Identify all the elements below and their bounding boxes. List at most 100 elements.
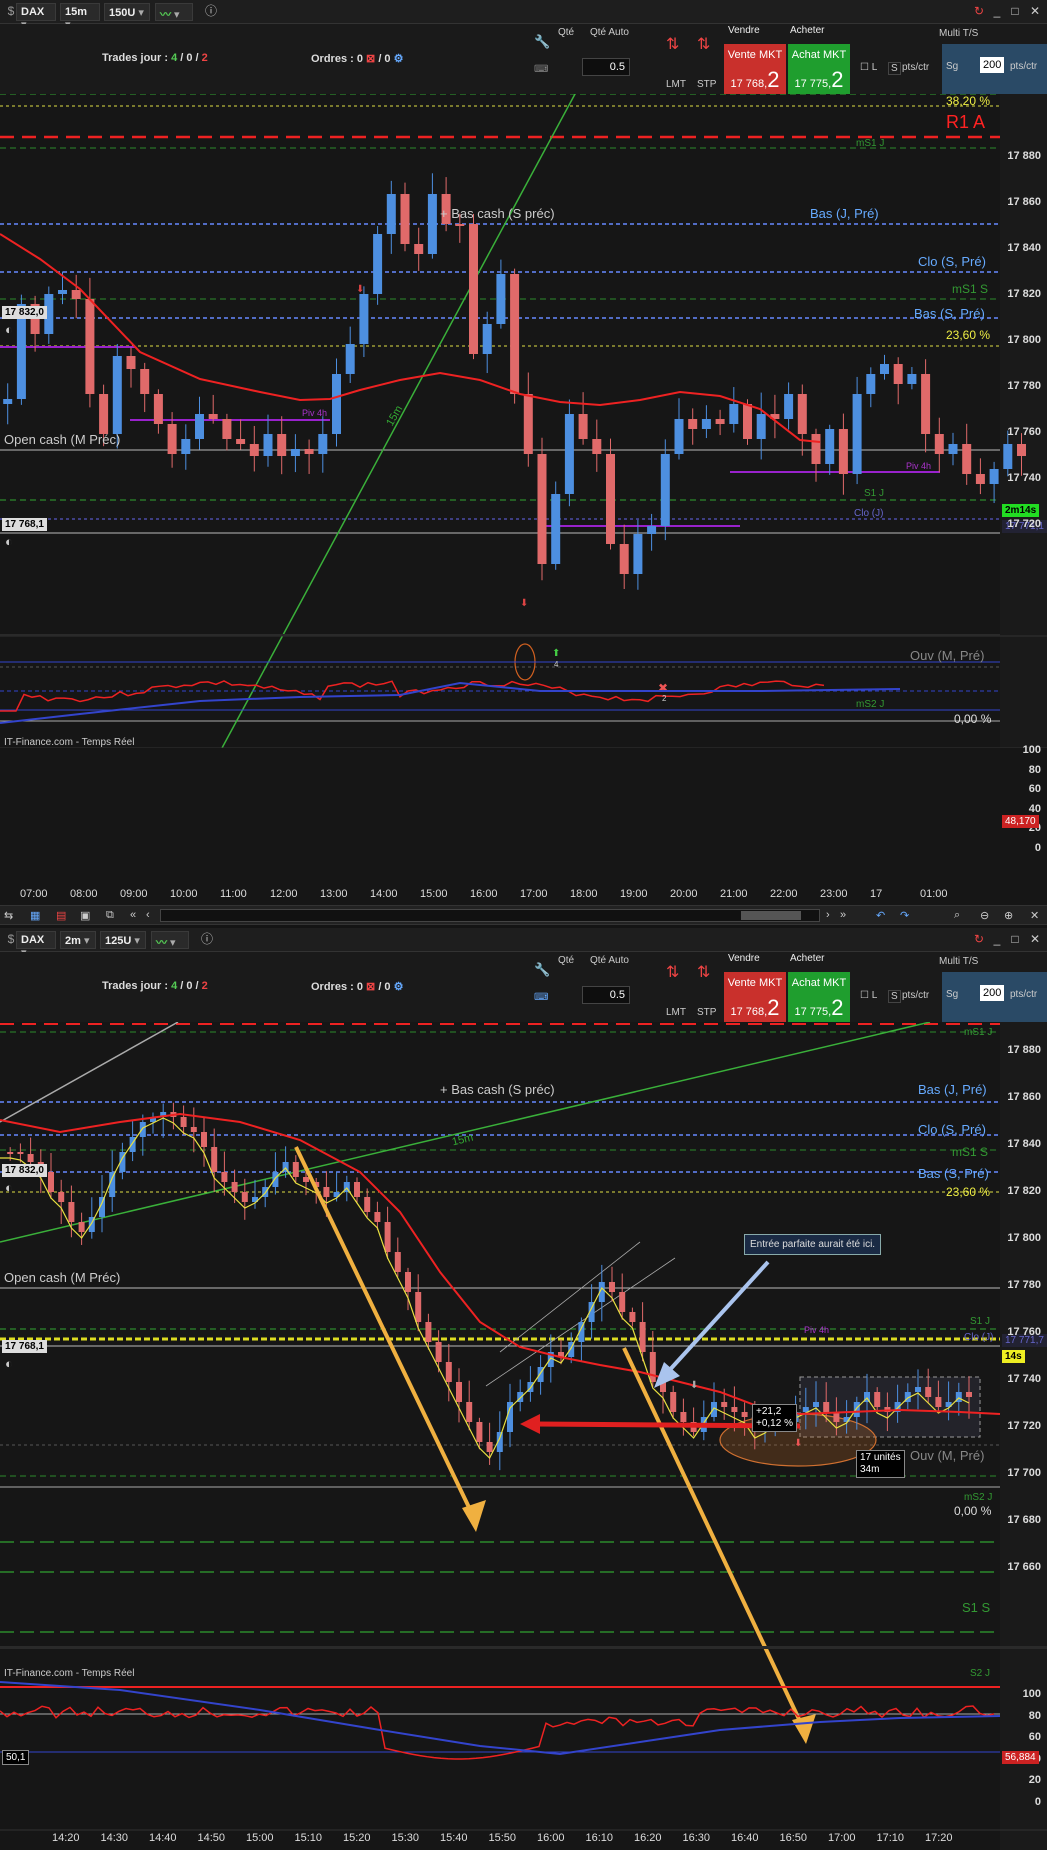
candle xyxy=(181,439,191,454)
qte-input[interactable]: 0.5 xyxy=(582,58,630,76)
sell-market-button[interactable]: Vente MKT 17 768,2 xyxy=(724,44,786,94)
refresh-icon[interactable]: ↻ xyxy=(972,4,986,18)
s-field[interactable]: S xyxy=(888,990,901,1003)
minimize-icon[interactable]: _ xyxy=(990,4,1004,18)
clock-icon[interactable]: ◐ xyxy=(5,322,13,337)
wrench-icon[interactable]: 🔧 xyxy=(534,962,550,978)
settings-icon[interactable]: ✕ xyxy=(1030,909,1039,922)
candle xyxy=(456,1382,462,1402)
chart-type-select[interactable]: 〰 xyxy=(151,931,189,949)
buy-market-button[interactable]: Achat MKT 17 775,2 xyxy=(788,972,850,1022)
close-icon[interactable]: ✕ xyxy=(1028,4,1042,18)
scroll-thumb[interactable] xyxy=(741,911,801,920)
candle xyxy=(647,526,657,534)
info-icon[interactable]: ⓘ xyxy=(204,4,218,18)
lmt-icon[interactable]: ⇅ xyxy=(666,34,679,54)
toolbar-icon-4[interactable]: ⧉ xyxy=(106,909,114,922)
candle xyxy=(58,1192,65,1202)
candle xyxy=(272,1172,279,1187)
candle xyxy=(743,404,752,439)
scroll-track[interactable] xyxy=(160,909,820,922)
scroll-right[interactable]: › xyxy=(826,909,830,921)
lmt-button[interactable]: LMT xyxy=(666,79,686,90)
candle xyxy=(292,1162,299,1177)
lmt-button[interactable]: LMT xyxy=(666,1007,686,1018)
time-axis-label: 13:00 xyxy=(320,888,348,900)
clock-icon[interactable]: ◐ xyxy=(5,1180,13,1195)
l-checkbox[interactable]: ☐ L xyxy=(860,62,877,73)
candle xyxy=(400,194,410,244)
instrument-select[interactable]: DAX xyxy=(16,3,56,21)
scroll-right-fast[interactable]: » xyxy=(840,909,846,921)
maximize-icon[interactable]: □ xyxy=(1008,4,1022,18)
buy-arrow-marker: ⬆ xyxy=(552,648,560,659)
candle xyxy=(414,244,424,254)
units-select[interactable]: 125U xyxy=(100,931,146,949)
candle xyxy=(486,1442,493,1452)
buy-market-button[interactable]: Achat MKT 17 775,2 xyxy=(788,44,850,94)
price-axis-label: 17 760 xyxy=(1007,1326,1041,1338)
candle xyxy=(935,1397,942,1407)
close-icon[interactable]: ✕ xyxy=(1028,932,1042,946)
stp-button[interactable]: STP xyxy=(697,79,716,90)
candle xyxy=(318,434,328,454)
wrench-icon[interactable]: 🔧 xyxy=(534,34,550,50)
price-axis-label: 17 780 xyxy=(1007,1279,1041,1291)
share-icon[interactable]: ⇆ xyxy=(4,909,13,922)
l-checkbox[interactable]: ☐ L xyxy=(860,990,877,1001)
level-ms2j: mS2 J xyxy=(964,1492,993,1503)
units-box: 17 unités 34m xyxy=(856,1450,905,1478)
lmt-icon[interactable]: ⇅ xyxy=(666,962,679,982)
qte-auto-toggle[interactable]: Qté Auto xyxy=(590,27,629,38)
stp-icon[interactable]: ⇅ xyxy=(697,962,710,982)
gain-box: +21,2 +0,12 % xyxy=(752,1404,797,1432)
zoom-out-icon[interactable]: ⊖ xyxy=(980,909,989,922)
bottom-price-chart[interactable]: ⬇⬇ xyxy=(0,1022,1047,1850)
sell-market-button[interactable]: Vente MKT 17 768,2 xyxy=(724,972,786,1022)
refresh-icon[interactable]: ↻ xyxy=(972,932,986,946)
minimize-icon[interactable]: _ xyxy=(990,932,1004,946)
scroll-left[interactable]: ‹ xyxy=(146,909,150,921)
zoom-fit-icon[interactable]: ⌕ xyxy=(954,909,960,922)
maximize-icon[interactable]: □ xyxy=(1008,932,1022,946)
price-axis-label: 17 740 xyxy=(1007,1373,1041,1385)
sg-input[interactable]: 200 xyxy=(980,57,1005,73)
zoom-in-icon[interactable]: ⊕ xyxy=(1004,909,1013,922)
candle xyxy=(195,414,204,439)
stp-icon[interactable]: ⇅ xyxy=(697,34,710,54)
buy-label: Achat MKT xyxy=(791,977,847,989)
undo-icon[interactable]: ↶ xyxy=(876,909,885,922)
timeframe-select[interactable]: 15m xyxy=(60,3,100,21)
units-select[interactable]: 150U xyxy=(104,3,150,21)
qte-auto-toggle[interactable]: Qté Auto xyxy=(590,955,629,966)
stp-button[interactable]: STP xyxy=(697,1007,716,1018)
toolbar-icon-2[interactable]: ▤ xyxy=(56,909,66,922)
chart-type-select[interactable]: 〰 xyxy=(155,3,193,21)
top-price-chart[interactable]: ⬇ ⬆ ⬇ ✖ xyxy=(0,94,1047,748)
keyboard-icon[interactable]: ⌨ xyxy=(534,64,548,75)
toolbar-icon-1[interactable]: ▦ xyxy=(30,909,40,922)
candle xyxy=(701,419,711,429)
sg-input[interactable]: 200 xyxy=(980,985,1005,1001)
clock-icon-2[interactable]: ◐ xyxy=(5,534,13,549)
instrument-select[interactable]: DAX xyxy=(16,931,56,949)
candle xyxy=(729,404,739,424)
info-icon[interactable]: ⓘ xyxy=(200,932,214,946)
timeframe-select[interactable]: 2m xyxy=(60,931,96,949)
qte-input[interactable]: 0.5 xyxy=(582,986,630,1004)
s-field[interactable]: S xyxy=(888,62,901,75)
price-axis-label: 17 820 xyxy=(1007,288,1041,300)
candle xyxy=(211,1147,218,1172)
time-axis-label: 16:30 xyxy=(682,1832,711,1844)
top-chart-window: $ DAX 15m 150U 〰 ⓘ ↻ _ □ ✕ Trades jour :… xyxy=(0,0,1047,905)
osc-axis-label: 60 xyxy=(1028,783,1041,795)
redo-icon[interactable]: ↷ xyxy=(900,909,909,922)
toolbar-icon-3[interactable]: ▣ xyxy=(80,909,90,922)
sell-arrow-marker: ⬇ xyxy=(356,284,364,295)
keyboard-icon[interactable]: ⌨ xyxy=(534,992,548,1003)
clock-icon-2[interactable]: ◐ xyxy=(5,1356,13,1371)
scroll-left-fast[interactable]: « xyxy=(130,909,136,921)
price-axis-label: 17 840 xyxy=(1007,1138,1041,1150)
sg-label: Sg xyxy=(946,61,959,72)
candle xyxy=(27,1154,34,1162)
